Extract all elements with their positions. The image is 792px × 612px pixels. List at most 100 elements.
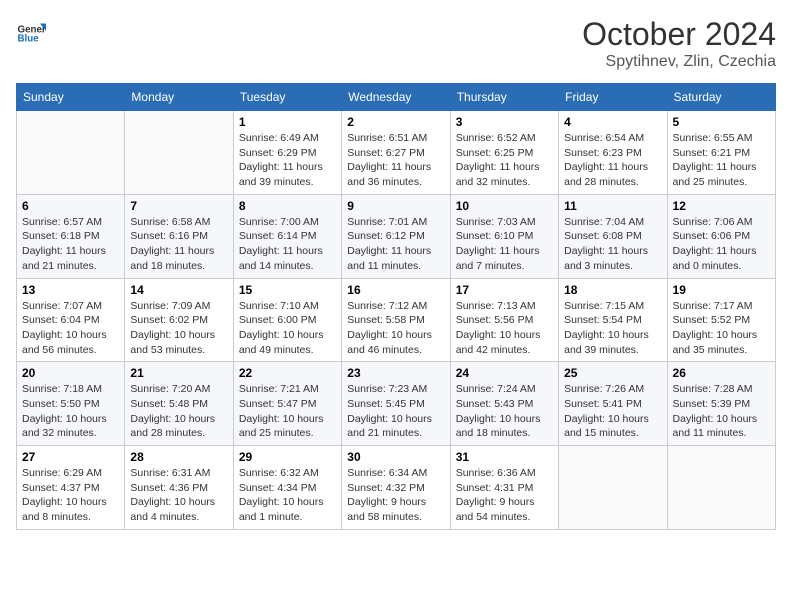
day-content: Sunrise: 7:03 AM Sunset: 6:10 PM Dayligh… xyxy=(456,215,553,274)
calendar-day-cell: 18 Sunrise: 7:15 AM Sunset: 5:54 PM Dayli… xyxy=(559,278,667,362)
calendar-header-row: SundayMondayTuesdayWednesdayThursdayFrid… xyxy=(17,84,776,111)
calendar-week-row: 6 Sunrise: 6:57 AM Sunset: 6:18 PM Daylig… xyxy=(17,194,776,278)
calendar-week-row: 27 Sunrise: 6:29 AM Sunset: 4:37 PM Dayli… xyxy=(17,446,776,530)
day-number: 14 xyxy=(130,283,227,297)
calendar-day-cell: 23Sunrise: 7:23 AM Sunset: 5:45 PM Dayli… xyxy=(342,362,450,446)
calendar-day-cell xyxy=(125,111,233,195)
day-number: 27 xyxy=(22,450,119,464)
calendar-day-cell: 21 Sunrise: 7:20 AM Sunset: 5:48 PM Dayli… xyxy=(125,362,233,446)
day-content: Sunrise: 7:01 AM Sunset: 6:12 PM Dayligh… xyxy=(347,215,444,274)
day-number: 12 xyxy=(673,199,770,213)
day-number: 5 xyxy=(673,115,770,129)
calendar-day-cell: 8 Sunrise: 7:00 AM Sunset: 6:14 PM Daylig… xyxy=(233,194,341,278)
calendar-day-cell: 28 Sunrise: 6:31 AM Sunset: 4:36 PM Dayli… xyxy=(125,446,233,530)
calendar-week-row: 20Sunrise: 7:18 AM Sunset: 5:50 PM Dayli… xyxy=(17,362,776,446)
calendar-day-header: Tuesday xyxy=(233,84,341,111)
calendar-table: SundayMondayTuesdayWednesdayThursdayFrid… xyxy=(16,83,776,530)
calendar-day-cell: 2 Sunrise: 6:51 AM Sunset: 6:27 PM Daylig… xyxy=(342,111,450,195)
month-title: October 2024 xyxy=(582,16,776,53)
day-number: 21 xyxy=(130,366,227,380)
location: Spytihnev, Zlin, Czechia xyxy=(582,53,776,71)
calendar-day-cell: 30 Sunrise: 6:34 AM Sunset: 4:32 PM Dayli… xyxy=(342,446,450,530)
calendar-day-cell: 19 Sunrise: 7:17 AM Sunset: 5:52 PM Dayli… xyxy=(667,278,775,362)
calendar-day-header: Wednesday xyxy=(342,84,450,111)
day-content: Sunrise: 7:09 AM Sunset: 6:02 PM Dayligh… xyxy=(130,299,227,358)
calendar-day-header: Friday xyxy=(559,84,667,111)
day-content: Sunrise: 6:31 AM Sunset: 4:36 PM Dayligh… xyxy=(130,466,227,525)
calendar-day-header: Sunday xyxy=(17,84,125,111)
calendar-day-cell: 31Sunrise: 6:36 AM Sunset: 4:31 PM Dayli… xyxy=(450,446,558,530)
calendar-day-cell: 5 Sunrise: 6:55 AM Sunset: 6:21 PM Daylig… xyxy=(667,111,775,195)
day-number: 28 xyxy=(130,450,227,464)
logo: General Blue xyxy=(16,16,46,46)
day-number: 19 xyxy=(673,283,770,297)
calendar-day-header: Thursday xyxy=(450,84,558,111)
calendar-day-cell: 15 Sunrise: 7:10 AM Sunset: 6:00 PM Dayli… xyxy=(233,278,341,362)
calendar-day-cell: 29 Sunrise: 6:32 AM Sunset: 4:34 PM Dayli… xyxy=(233,446,341,530)
calendar-day-cell xyxy=(667,446,775,530)
day-content: Sunrise: 7:20 AM Sunset: 5:48 PM Dayligh… xyxy=(130,382,227,441)
day-number: 2 xyxy=(347,115,444,129)
day-content: Sunrise: 7:12 AM Sunset: 5:58 PM Dayligh… xyxy=(347,299,444,358)
day-content: Sunrise: 7:10 AM Sunset: 6:00 PM Dayligh… xyxy=(239,299,336,358)
day-number: 29 xyxy=(239,450,336,464)
day-content: Sunrise: 6:57 AM Sunset: 6:18 PM Dayligh… xyxy=(22,215,119,274)
day-number: 18 xyxy=(564,283,661,297)
day-content: Sunrise: 6:34 AM Sunset: 4:32 PM Dayligh… xyxy=(347,466,444,525)
day-number: 25 xyxy=(564,366,661,380)
day-content: Sunrise: 6:32 AM Sunset: 4:34 PM Dayligh… xyxy=(239,466,336,525)
day-number: 11 xyxy=(564,199,661,213)
day-number: 10 xyxy=(456,199,553,213)
day-content: Sunrise: 6:54 AM Sunset: 6:23 PM Dayligh… xyxy=(564,131,661,190)
day-content: Sunrise: 6:55 AM Sunset: 6:21 PM Dayligh… xyxy=(673,131,770,190)
calendar-day-cell: 10 Sunrise: 7:03 AM Sunset: 6:10 PM Dayli… xyxy=(450,194,558,278)
day-number: 31 xyxy=(456,450,553,464)
day-content: Sunrise: 6:29 AM Sunset: 4:37 PM Dayligh… xyxy=(22,466,119,525)
page-header: General Blue October 2024 Spytihnev, Zli… xyxy=(16,16,776,71)
day-number: 17 xyxy=(456,283,553,297)
day-content: Sunrise: 7:07 AM Sunset: 6:04 PM Dayligh… xyxy=(22,299,119,358)
calendar-day-cell: 11Sunrise: 7:04 AM Sunset: 6:08 PM Dayli… xyxy=(559,194,667,278)
day-content: Sunrise: 7:13 AM Sunset: 5:56 PM Dayligh… xyxy=(456,299,553,358)
calendar-day-cell: 4 Sunrise: 6:54 AM Sunset: 6:23 PM Daylig… xyxy=(559,111,667,195)
calendar-day-cell: 7 Sunrise: 6:58 AM Sunset: 6:16 PM Daylig… xyxy=(125,194,233,278)
day-content: Sunrise: 7:15 AM Sunset: 5:54 PM Dayligh… xyxy=(564,299,661,358)
calendar-day-cell: 6 Sunrise: 6:57 AM Sunset: 6:18 PM Daylig… xyxy=(17,194,125,278)
calendar-day-cell: 3Sunrise: 6:52 AM Sunset: 6:25 PM Daylig… xyxy=(450,111,558,195)
calendar-day-header: Saturday xyxy=(667,84,775,111)
calendar-day-cell: 1Sunrise: 6:49 AM Sunset: 6:29 PM Daylig… xyxy=(233,111,341,195)
day-number: 24 xyxy=(456,366,553,380)
calendar-day-cell: 17 Sunrise: 7:13 AM Sunset: 5:56 PM Dayli… xyxy=(450,278,558,362)
calendar-day-cell: 22 Sunrise: 7:21 AM Sunset: 5:47 PM Dayli… xyxy=(233,362,341,446)
calendar-day-cell: 14 Sunrise: 7:09 AM Sunset: 6:02 PM Dayli… xyxy=(125,278,233,362)
calendar-day-cell: 24Sunrise: 7:24 AM Sunset: 5:43 PM Dayli… xyxy=(450,362,558,446)
day-number: 6 xyxy=(22,199,119,213)
day-number: 23 xyxy=(347,366,444,380)
day-content: Sunrise: 7:21 AM Sunset: 5:47 PM Dayligh… xyxy=(239,382,336,441)
day-content: Sunrise: 7:06 AM Sunset: 6:06 PM Dayligh… xyxy=(673,215,770,274)
day-number: 22 xyxy=(239,366,336,380)
svg-text:Blue: Blue xyxy=(18,34,40,45)
calendar-day-cell: 25 Sunrise: 7:26 AM Sunset: 5:41 PM Dayli… xyxy=(559,362,667,446)
day-content: Sunrise: 6:51 AM Sunset: 6:27 PM Dayligh… xyxy=(347,131,444,190)
calendar-day-cell: 27 Sunrise: 6:29 AM Sunset: 4:37 PM Dayli… xyxy=(17,446,125,530)
day-content: Sunrise: 7:26 AM Sunset: 5:41 PM Dayligh… xyxy=(564,382,661,441)
calendar-day-cell: 12 Sunrise: 7:06 AM Sunset: 6:06 PM Dayli… xyxy=(667,194,775,278)
calendar-day-cell: 20Sunrise: 7:18 AM Sunset: 5:50 PM Dayli… xyxy=(17,362,125,446)
day-number: 15 xyxy=(239,283,336,297)
day-content: Sunrise: 7:28 AM Sunset: 5:39 PM Dayligh… xyxy=(673,382,770,441)
day-number: 9 xyxy=(347,199,444,213)
calendar-day-cell: 13Sunrise: 7:07 AM Sunset: 6:04 PM Dayli… xyxy=(17,278,125,362)
day-number: 4 xyxy=(564,115,661,129)
day-content: Sunrise: 7:17 AM Sunset: 5:52 PM Dayligh… xyxy=(673,299,770,358)
calendar-day-cell: 9 Sunrise: 7:01 AM Sunset: 6:12 PM Daylig… xyxy=(342,194,450,278)
day-number: 20 xyxy=(22,366,119,380)
day-number: 7 xyxy=(130,199,227,213)
day-content: Sunrise: 6:58 AM Sunset: 6:16 PM Dayligh… xyxy=(130,215,227,274)
calendar-day-cell xyxy=(559,446,667,530)
calendar-week-row: 13Sunrise: 7:07 AM Sunset: 6:04 PM Dayli… xyxy=(17,278,776,362)
title-block: October 2024 Spytihnev, Zlin, Czechia xyxy=(582,16,776,71)
day-number: 30 xyxy=(347,450,444,464)
day-content: Sunrise: 7:00 AM Sunset: 6:14 PM Dayligh… xyxy=(239,215,336,274)
day-number: 8 xyxy=(239,199,336,213)
